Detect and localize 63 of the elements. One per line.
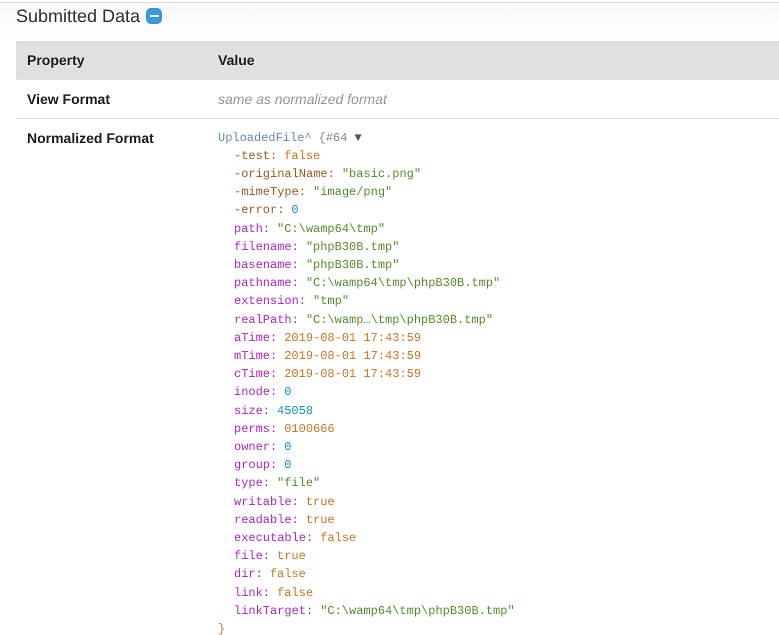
property-value: true — [277, 548, 306, 566]
collapse-toggle-icon[interactable] — [146, 8, 162, 24]
property-value: false — [284, 148, 320, 165]
property-key: basename: — [234, 256, 299, 274]
property-value: "tmp" — [313, 293, 350, 310]
property-value: true — [306, 512, 335, 529]
property-value: false — [270, 566, 306, 584]
property-key: cTime: — [234, 365, 278, 384]
section-title: Submitted Data — [16, 6, 140, 26]
property-value: "phpB30B.tmp" — [306, 256, 400, 274]
property-key: path: — [234, 220, 270, 238]
property-value: false — [277, 584, 314, 602]
property-key: -test: — [234, 146, 278, 165]
expand-toggle[interactable]: ▼ — [354, 130, 362, 144]
property-value: 45058 — [277, 402, 314, 420]
property-key: -originalName: — [234, 164, 335, 184]
property-value: "phpB30B.tmp" — [306, 238, 400, 256]
property-key: aTime: — [234, 328, 278, 347]
property-key: executable: — [234, 528, 314, 548]
closing-brace: } — [218, 620, 226, 635]
property-key: writable: — [234, 492, 299, 511]
column-header: Value — [207, 41, 779, 79]
property-cell: Normalized Format — [16, 118, 207, 635]
property-cell: View Format — [16, 79, 207, 118]
property-key: dir: — [234, 565, 263, 584]
property-value: "C:\wamp64\tmp\phpB30B.tmp" — [320, 602, 515, 620]
property-value: 2019-08-01 17:43:59 — [284, 366, 422, 384]
property-key: size: — [234, 402, 270, 420]
property-value: "C:\wamp64\tmp\phpB30B.tmp" — [306, 275, 500, 292]
property-value: 0 — [284, 384, 292, 402]
property-key: -error: — [234, 201, 284, 220]
property-key: filename: — [234, 238, 299, 256]
property-value: "C:\wamp64\tmp" — [277, 220, 386, 238]
property-value: 0100666 — [284, 420, 335, 438]
property-value: 2019-08-01 17:43:59 — [284, 330, 422, 347]
property-key: inode: — [234, 383, 278, 402]
value-note: same as normalized format — [218, 90, 387, 106]
property-value: true — [306, 494, 335, 511]
property-key: readable: — [234, 510, 299, 529]
property-value: 0 — [284, 457, 292, 474]
column-header: Property — [16, 41, 207, 79]
property-key: -mimeType: — [234, 183, 306, 202]
property-key: file: — [234, 547, 270, 566]
property-value: false — [320, 530, 356, 547]
property-value: "C:\wamp…\tmp\phpB30B.tmp" — [306, 312, 494, 329]
property-key: type: — [234, 474, 270, 493]
property-value: 0 — [291, 202, 299, 220]
property-value: "file" — [277, 475, 320, 492]
property-key: linkTarget: — [234, 602, 314, 620]
property-key: perms: — [234, 420, 278, 438]
property-value: 2019-08-01 17:43:59 — [284, 348, 422, 365]
property-key: link: — [234, 584, 270, 602]
property-key: realPath: — [234, 310, 299, 329]
property-value: "image/png" — [313, 184, 392, 202]
property-key: group: — [234, 456, 278, 474]
property-key: pathname: — [234, 274, 299, 292]
property-value: 0 — [284, 438, 292, 456]
property-key: extension: — [234, 292, 306, 311]
object-ref: {#64 — [318, 130, 348, 144]
property-key: mTime: — [234, 346, 278, 366]
property-key: owner: — [234, 438, 278, 456]
property-value: "basic.png" — [342, 166, 422, 183]
class-name: UploadedFile^ — [218, 130, 312, 144]
